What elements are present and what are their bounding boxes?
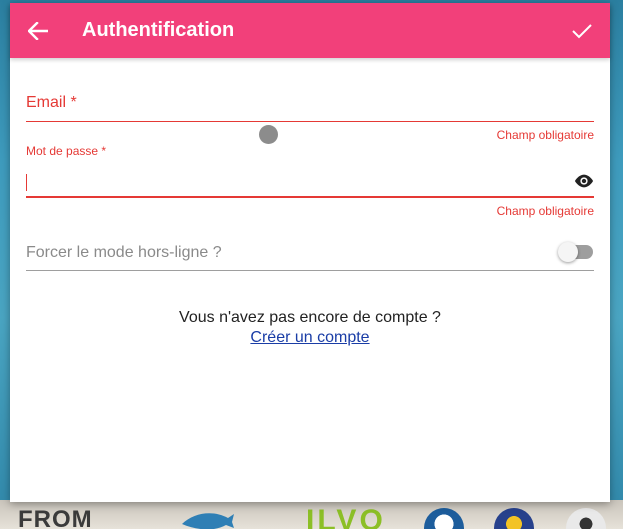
check-icon <box>572 24 592 39</box>
password-field[interactable] <box>26 162 594 198</box>
email-label: Email * <box>26 94 77 111</box>
signup-section: Vous n'avez pas encore de compte ? Créer… <box>26 309 594 347</box>
password-label: Mot de passe * <box>26 144 107 158</box>
partner-logo-icon <box>424 508 464 529</box>
toggle-thumb <box>558 242 578 262</box>
email-error: Champ obligatoire <box>496 128 594 142</box>
arrow-left-icon <box>27 21 48 40</box>
partner-logo-icon <box>494 508 534 529</box>
signup-question: Vous n'avez pas encore de compte ? <box>179 309 441 326</box>
toolbar: Authentification <box>10 3 610 58</box>
partner-logo-icon <box>566 508 606 529</box>
eye-icon[interactable] <box>574 173 594 189</box>
email-field[interactable]: Email * <box>26 94 594 122</box>
auth-dialog: Authentification Email * Champ obligatoi… <box>10 3 610 502</box>
password-error: Champ obligatoire <box>496 204 594 218</box>
offline-mode-toggle[interactable] <box>558 242 594 262</box>
ilvo-logo: ILVO <box>306 504 386 529</box>
touch-indicator <box>259 125 278 144</box>
fish-logo-icon <box>182 513 234 529</box>
create-account-link[interactable]: Créer un compte <box>250 329 369 347</box>
background-logos: FROM ILVO <box>0 500 623 529</box>
offline-mode-row: Forcer le mode hors-ligne ? <box>26 238 594 271</box>
page-title: Authentification <box>82 19 235 41</box>
confirm-button[interactable] <box>562 11 602 51</box>
offline-mode-label: Forcer le mode hors-ligne ? <box>26 244 222 261</box>
form-content: Email * Champ obligatoire Mot de passe *… <box>10 94 610 347</box>
from-logo: FROM <box>18 506 93 529</box>
back-button[interactable] <box>10 3 65 58</box>
text-caret <box>26 174 27 191</box>
